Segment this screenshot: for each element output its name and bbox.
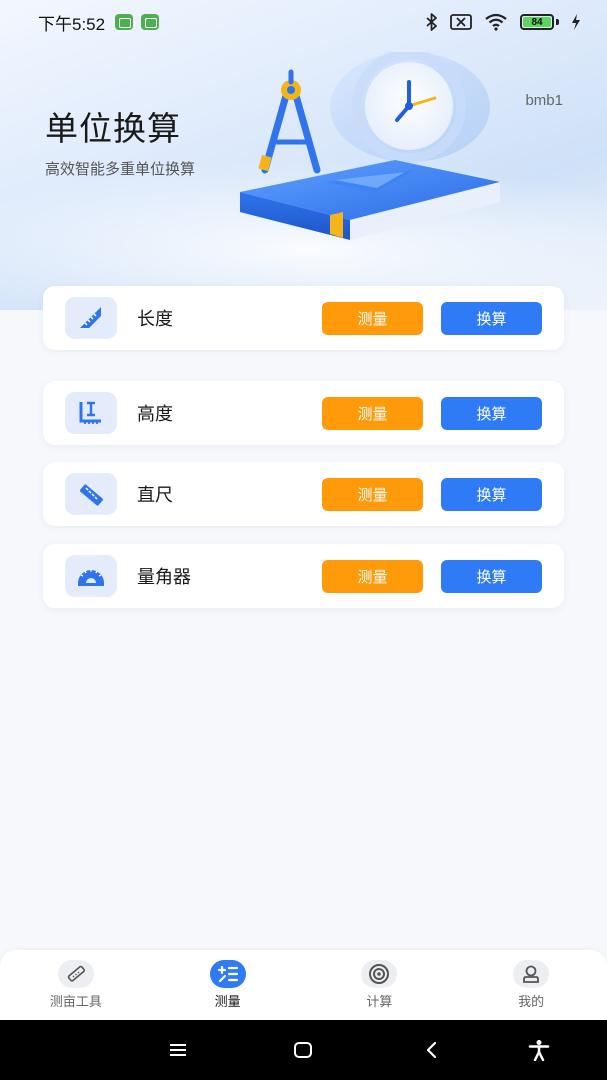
wifi-icon: [485, 13, 507, 31]
charging-icon: [572, 14, 580, 30]
tab-land-tools[interactable]: 测亩工具: [16, 960, 136, 1010]
menu-icon[interactable]: [166, 1038, 190, 1062]
clock-compass-book-illustration: [240, 52, 500, 240]
measure-button[interactable]: 测量: [322, 396, 423, 430]
battery-indicator: 84: [520, 14, 559, 30]
measure-button[interactable]: 测量: [322, 559, 423, 593]
battery-level: 84: [523, 17, 551, 28]
home-icon[interactable]: [291, 1038, 315, 1062]
straight-ruler-icon: [65, 473, 117, 515]
status-bar: 下午5:52 84: [0, 0, 607, 44]
protractor-icon: [65, 555, 117, 597]
tool-label: 高度: [137, 404, 173, 425]
page-title: 单位换算: [45, 109, 181, 148]
convert-button[interactable]: 换算: [441, 559, 542, 593]
convert-button[interactable]: 换算: [441, 396, 542, 430]
username-label: bmb1: [525, 92, 563, 109]
notification-app-icon: [115, 14, 134, 30]
tool-card-straight-ruler: 直尺 测量 换算: [43, 462, 564, 526]
tool-label: 长度: [137, 309, 173, 330]
height-ruler-icon: [65, 392, 117, 434]
status-time: 下午5:52: [38, 14, 106, 34]
no-sim-icon: [450, 14, 472, 30]
tool-card-length: 长度 测量 换算: [43, 286, 564, 350]
tool-label: 量角器: [137, 567, 191, 588]
system-navigation-bar: [0, 1020, 607, 1080]
target-icon: [361, 960, 398, 988]
bluetooth-icon: [426, 13, 437, 31]
convert-button[interactable]: 换算: [441, 301, 542, 335]
tab-label: 计算: [366, 995, 393, 1010]
user-icon: [513, 960, 550, 988]
measure-button[interactable]: 测量: [322, 301, 423, 335]
hero-banner: 下午5:52 84 单位换算 高效智能多重单位换算 bmb1: [0, 0, 607, 310]
page-subtitle: 高效智能多重单位换算: [45, 160, 196, 178]
tab-mine[interactable]: 我的: [471, 960, 591, 1010]
accessibility-icon[interactable]: [527, 1038, 551, 1062]
back-icon[interactable]: [419, 1038, 443, 1062]
convert-button[interactable]: 换算: [441, 477, 542, 511]
tab-measure[interactable]: 测量: [168, 960, 288, 1010]
tool-card-height: 高度 测量 换算: [43, 381, 564, 445]
tab-calculate[interactable]: 计算: [319, 960, 439, 1010]
tab-label: 测亩工具: [49, 995, 102, 1010]
bottom-tab-bar: 测亩工具 测量 计算 我的: [0, 950, 607, 1020]
tool-label: 直尺: [137, 485, 173, 506]
calculator-icon: [209, 960, 246, 988]
triangle-ruler-icon: [65, 297, 117, 339]
tab-label: 我的: [518, 995, 545, 1010]
tab-label: 测量: [214, 995, 241, 1010]
measure-button[interactable]: 测量: [322, 477, 423, 511]
ruler-icon: [57, 960, 94, 988]
tool-card-protractor: 量角器 测量 换算: [43, 544, 564, 608]
notification-app-icon: [141, 14, 160, 30]
